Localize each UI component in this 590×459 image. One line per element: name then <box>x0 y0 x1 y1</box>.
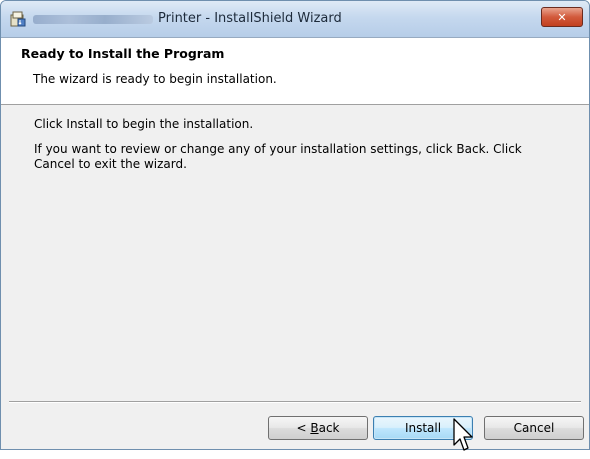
back-button-prefix: < <box>296 421 311 435</box>
cancel-button-label: Cancel <box>513 421 555 435</box>
installer-icon <box>9 10 27 28</box>
banner-subtitle: The wizard is ready to begin installatio… <box>33 72 277 86</box>
mouse-cursor-icon <box>452 418 474 454</box>
title-bar[interactable]: Printer - InstallShield Wizard ✕ <box>1 1 589 38</box>
button-separator <box>9 401 581 403</box>
header-banner: Ready to Install the Program The wizard … <box>1 38 589 105</box>
close-button[interactable]: ✕ <box>541 7 583 27</box>
back-button-label: ack <box>318 421 340 435</box>
wizard-content: Click Install to begin the installation.… <box>34 117 564 182</box>
window-title: Printer - InstallShield Wizard <box>158 11 342 26</box>
redacted-product-name <box>33 15 153 24</box>
install-button-label: Install <box>404 421 442 435</box>
back-button-mnemonic: B <box>310 421 319 435</box>
close-icon: ✕ <box>557 10 567 24</box>
cancel-button[interactable]: Cancel <box>484 416 584 440</box>
installshield-wizard-window: Printer - InstallShield Wizard ✕ Ready t… <box>0 0 590 450</box>
banner-title: Ready to Install the Program <box>21 46 225 61</box>
review-instructions-text: If you want to review or change any of y… <box>34 142 522 171</box>
instruction-text: Click Install to begin the installation. <box>34 117 254 131</box>
back-button[interactable]: < Back <box>268 416 368 440</box>
